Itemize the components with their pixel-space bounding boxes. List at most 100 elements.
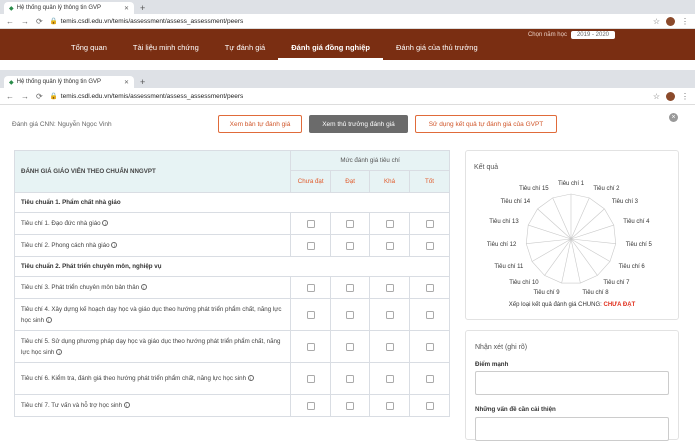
checkbox[interactable]	[385, 283, 394, 292]
checkbox[interactable]	[346, 310, 355, 319]
info-icon[interactable]: i	[123, 402, 130, 409]
back-address-bar[interactable]: temis.csdl.edu.vn/temis/assessment/asses…	[61, 18, 243, 25]
checkbox[interactable]	[306, 219, 315, 228]
level-excellent: Tốt	[409, 170, 450, 193]
checkbox[interactable]	[306, 241, 315, 250]
checkbox[interactable]	[425, 241, 434, 250]
close-tab-icon[interactable]: ✕	[124, 5, 129, 12]
star-icon[interactable]: ☆	[653, 92, 660, 101]
level-good: Khá	[369, 170, 411, 193]
info-icon[interactable]: i	[111, 242, 118, 249]
checkbox[interactable]	[425, 374, 434, 383]
info-icon[interactable]: i	[45, 316, 52, 323]
table-row: Tiêu chí 2. Phong cách nhà giáo i	[13, 234, 450, 257]
checkbox[interactable]	[425, 310, 434, 319]
evaluator-label: Đánh giá CNN: Nguyễn Ngọc Vinh	[12, 121, 112, 128]
nav-self-assessment[interactable]: Tự đánh giá	[212, 43, 278, 60]
checkbox[interactable]	[425, 219, 434, 228]
site-favicon-icon: ◆	[9, 79, 14, 86]
improvements-textarea[interactable]	[475, 417, 669, 441]
back-navbar: Chọn năm học 2019 - 2020 Tổng quan Tài l…	[0, 29, 695, 60]
checkbox[interactable]	[346, 283, 355, 292]
summary-value: CHƯA ĐẠT	[603, 302, 636, 308]
nav-evidence[interactable]: Tài liệu minh chứng	[120, 43, 212, 60]
forward-arrow-icon[interactable]: →	[21, 17, 29, 26]
nav-overview[interactable]: Tổng quan	[58, 43, 120, 60]
view-principal-assessment-button[interactable]: Xem thủ trưởng đánh giá	[309, 115, 408, 133]
checkbox[interactable]	[306, 401, 315, 410]
checkbox[interactable]	[385, 374, 394, 383]
checkbox[interactable]	[385, 241, 394, 250]
radar-axis-label: Tiêu chí 10	[509, 280, 539, 287]
reload-icon[interactable]: ⟳	[36, 17, 43, 26]
assessment-table: ĐÁNH GIÁ GIÁO VIÊN THEO CHUẨN NNGVPT Mức…	[13, 150, 450, 417]
checkbox[interactable]	[306, 374, 315, 383]
checkbox[interactable]	[306, 283, 315, 292]
radar-axis-label: Tiêu chí 9	[533, 289, 560, 296]
table-row: Tiêu chí 3. Phát triển chuyên môn bản th…	[13, 276, 450, 299]
strengths-textarea[interactable]	[475, 371, 669, 395]
result-panel: Kết quả Tiêu chí 1 Tiêu chí 2 Tiêu chí 3 Ti…	[465, 150, 679, 320]
checkbox[interactable]	[425, 401, 434, 410]
tab-title: Hệ thống quản lý thông tin GVP	[16, 79, 102, 85]
menu-icon[interactable]: ⋮	[681, 92, 689, 101]
info-icon[interactable]: i	[56, 348, 63, 355]
close-icon[interactable]: ×	[669, 113, 678, 122]
radar-spoke	[570, 224, 614, 240]
browser-tab[interactable]: ◆ Hệ thống quản lý thông tin GVP ✕	[4, 76, 134, 88]
profile-avatar[interactable]	[666, 16, 675, 26]
new-tab-icon[interactable]: +	[140, 2, 145, 14]
star-icon[interactable]: ☆	[653, 17, 660, 26]
checkbox[interactable]	[346, 401, 355, 410]
back-arrow-icon[interactable]: ←	[6, 92, 14, 101]
criterion-label: Tiêu chí 1. Đạo đức nhà giáo	[21, 220, 101, 227]
checkbox[interactable]	[306, 310, 315, 319]
reload-icon[interactable]: ⟳	[36, 92, 43, 101]
use-self-result-button[interactable]: Sử dụng kết quả tự đánh giá của GVPT	[415, 115, 557, 133]
info-icon[interactable]: i	[102, 220, 109, 227]
checkbox[interactable]	[425, 283, 434, 292]
year-select[interactable]: 2019 - 2020	[570, 31, 615, 39]
back-browser-chrome: ◆ Hệ thống quản lý thông tin GVP ✕ + ← →…	[0, 0, 695, 29]
year-selector[interactable]: Chọn năm học 2019 - 2020	[528, 31, 615, 39]
back-browser-tab[interactable]: ◆ Hệ thống quản lý thông tin GVP ✕	[4, 2, 134, 14]
strengths-label: Điểm mạnh	[475, 361, 509, 368]
checkbox[interactable]	[425, 342, 434, 351]
close-tab-icon[interactable]: ✕	[124, 79, 129, 86]
info-icon[interactable]: i	[140, 284, 147, 291]
radar-axis-label: Tiêu chí 13	[489, 219, 519, 225]
checkbox[interactable]	[385, 342, 394, 351]
checkbox[interactable]	[385, 310, 394, 319]
criterion-label: Tiêu chí 3. Phát triển chuyên môn bản th…	[21, 284, 140, 291]
radar-axis-label: Tiêu chí 11	[494, 263, 524, 270]
comments-panel: Nhận xét (ghi rõ) Điểm mạnh Những vấn đề…	[465, 330, 679, 441]
front-browser-chrome: ◆ Hệ thống quản lý thông tin GVP ✕ + ← →…	[0, 70, 695, 105]
forward-arrow-icon[interactable]: →	[21, 92, 29, 101]
criterion-label: Tiêu chí 2. Phong cách nhà giáo	[21, 242, 110, 249]
checkbox[interactable]	[346, 342, 355, 351]
profile-avatar[interactable]	[666, 91, 675, 101]
criterion-label: Tiêu chí 7. Tư vấn và hỗ trợ học sinh	[21, 402, 123, 409]
comments-title: Nhận xét (ghi rõ)	[475, 344, 528, 351]
checkbox[interactable]	[385, 219, 394, 228]
nav-peer-assessment[interactable]: Đánh giá đồng nghiệp	[278, 43, 383, 60]
new-tab-icon[interactable]: +	[140, 76, 145, 88]
radar-axis-label: Tiêu chí 3	[611, 199, 638, 206]
info-icon[interactable]: i	[247, 375, 254, 382]
checkbox[interactable]	[346, 374, 355, 383]
checkbox[interactable]	[346, 241, 355, 250]
radar-axis-label: Tiêu chí 5	[625, 241, 652, 248]
assessment-page: Đánh giá CNN: Nguyễn Ngọc Vinh Xem bản t…	[0, 105, 695, 441]
result-summary: Xếp loại kết quả đánh giá CHUNG: CHƯA ĐẠ…	[466, 302, 678, 308]
checkbox[interactable]	[346, 219, 355, 228]
address-bar[interactable]: temis.csdl.edu.vn/temis/assessment/asses…	[61, 93, 243, 100]
radar-axis-label: Tiêu chí 8	[582, 289, 609, 296]
view-self-assessment-button[interactable]: Xem bản tự đánh giá	[218, 115, 302, 133]
checkbox[interactable]	[306, 342, 315, 351]
checkbox[interactable]	[385, 401, 394, 410]
summary-prefix: Xếp loại kết quả đánh giá CHUNG:	[508, 302, 602, 308]
nav-principal-assessment[interactable]: Đánh giá của thủ trưởng	[383, 43, 491, 60]
radar-axis-label: Tiêu chí 1	[557, 181, 585, 187]
back-arrow-icon[interactable]: ←	[6, 17, 14, 26]
menu-icon[interactable]: ⋮	[681, 17, 689, 26]
